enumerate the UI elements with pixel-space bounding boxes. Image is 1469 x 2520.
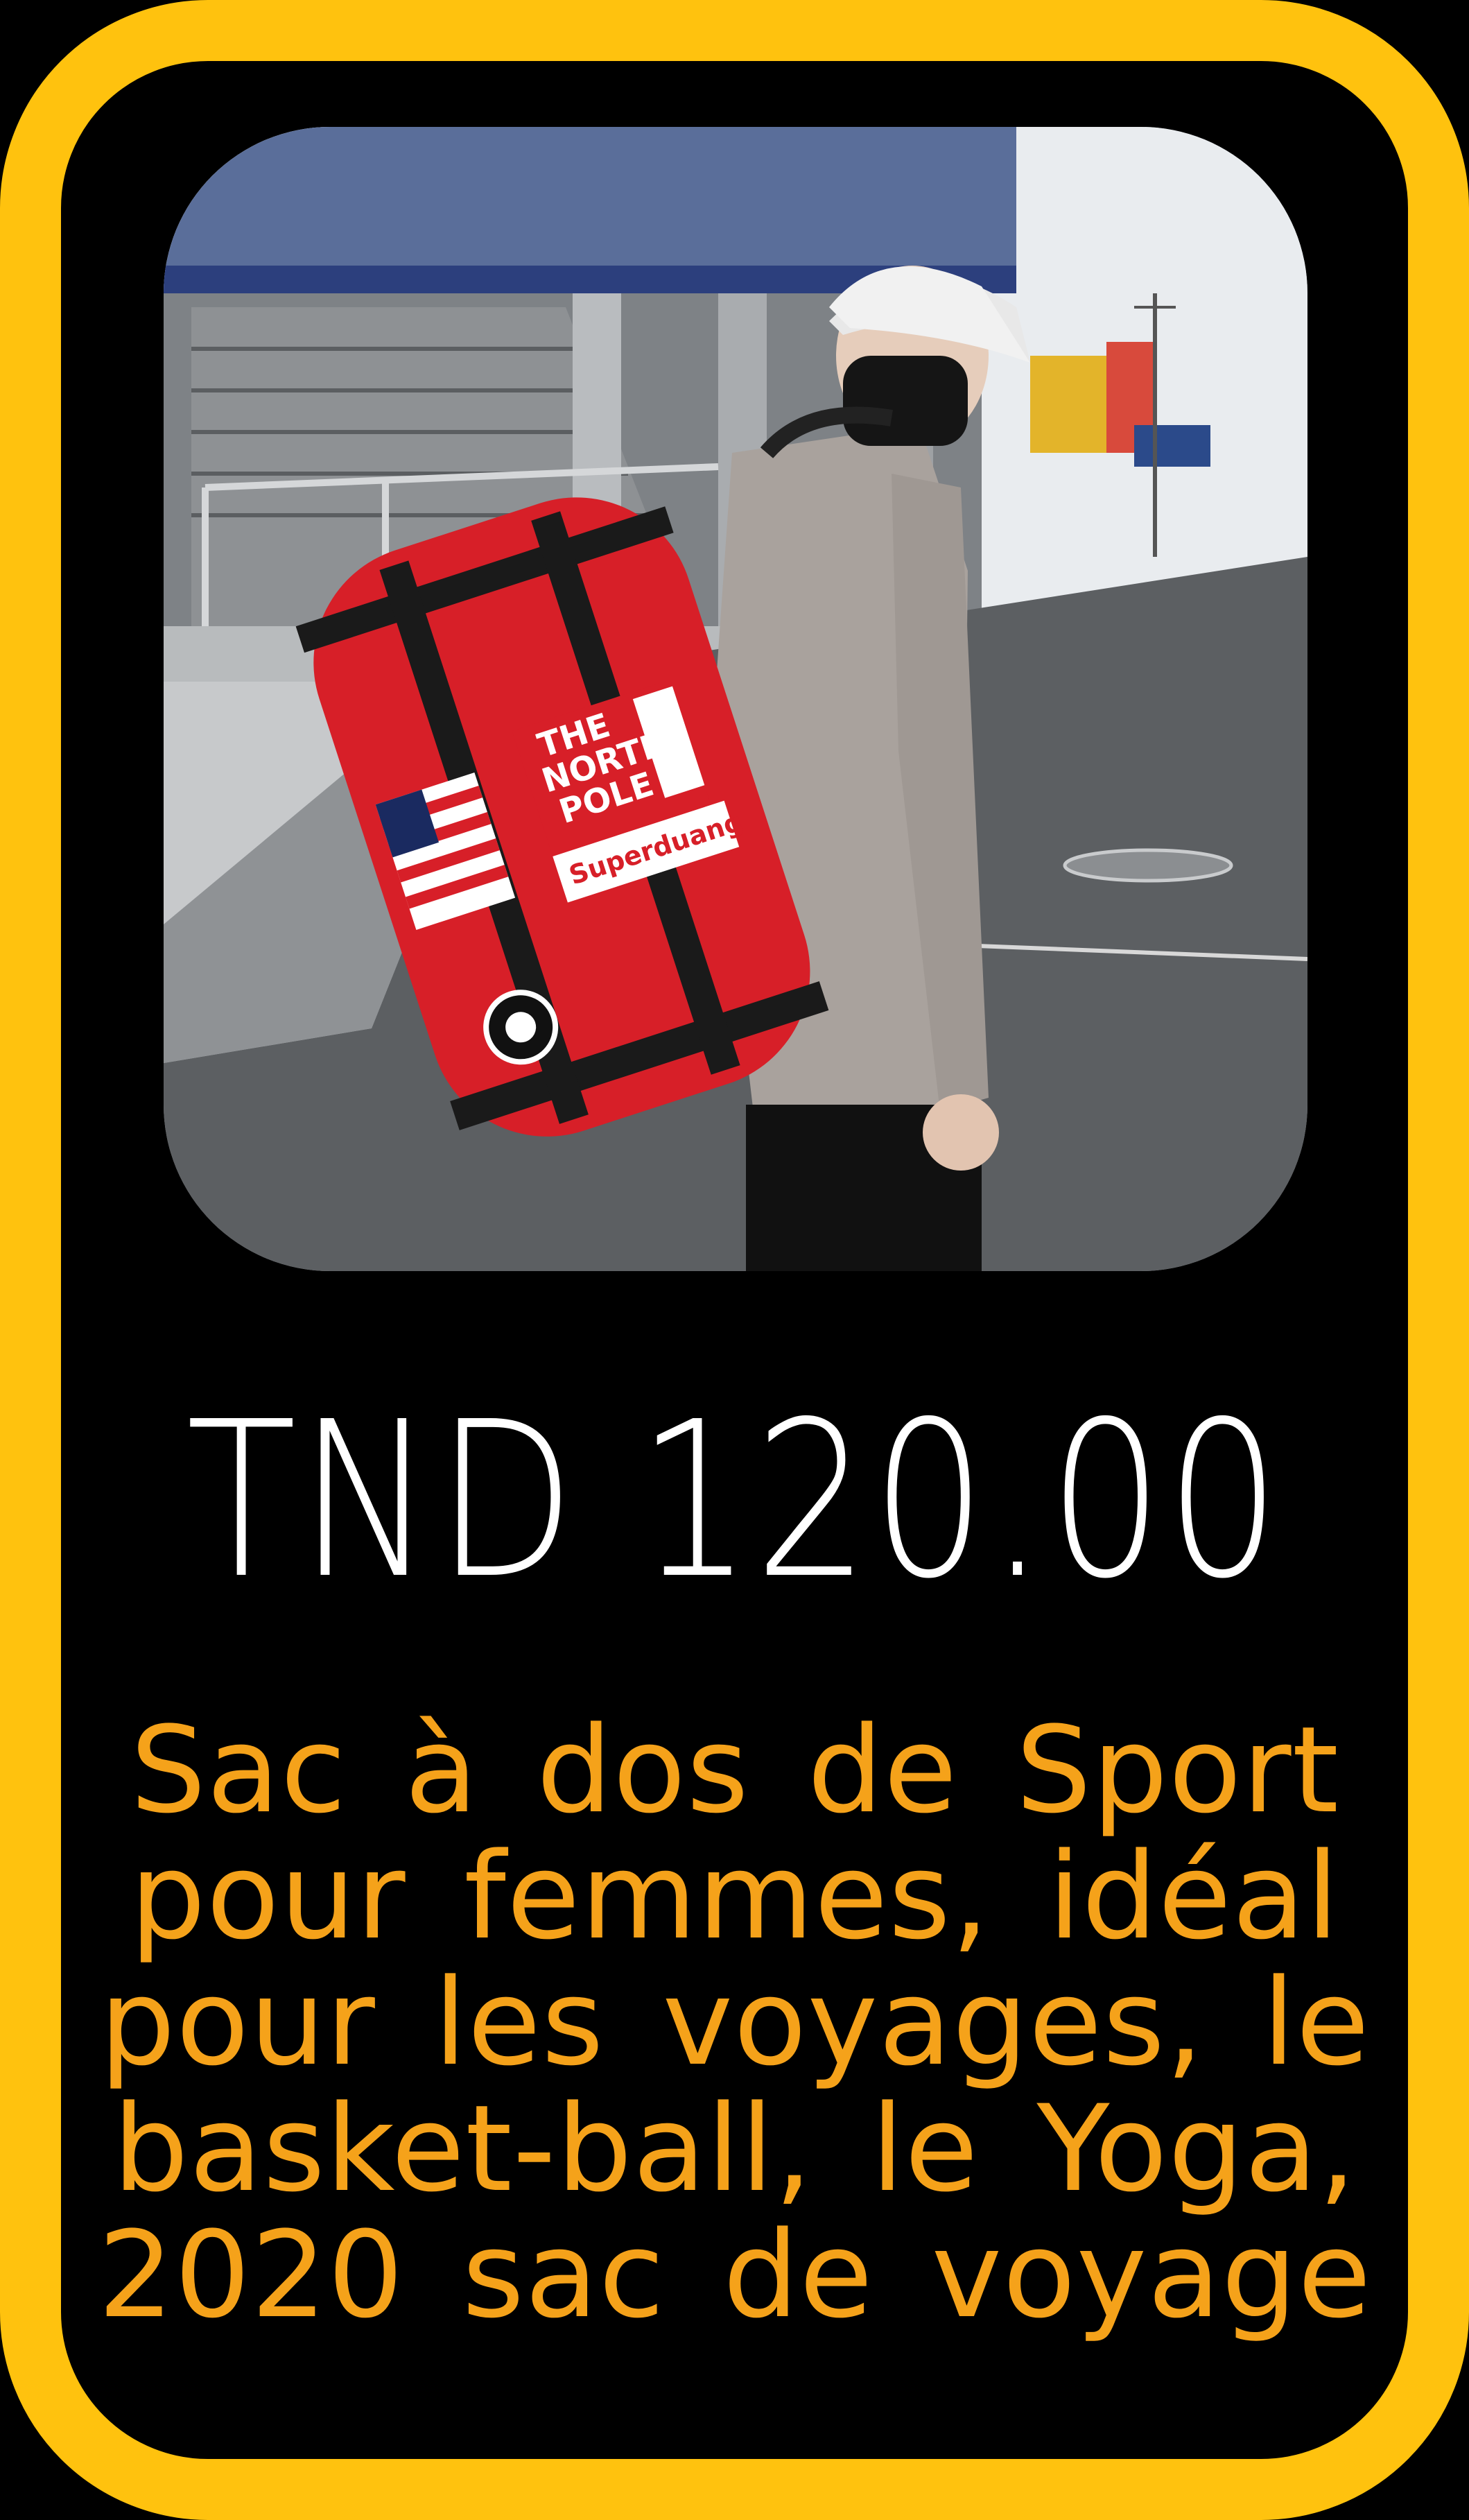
- description-line: Sac à dos de Sport: [130, 1700, 1339, 1840]
- description-line: pour les voyages, le: [99, 1953, 1371, 2092]
- description-line: basket-ball, le Yoga,: [112, 2079, 1357, 2218]
- product-photo[interactable]: THE NORTH POLE Superduang: [164, 127, 1307, 1271]
- product-price: TND 120.00: [186, 1376, 1283, 1626]
- description-line: pour femmes, idéal: [130, 1827, 1340, 1966]
- product-photo-icon: THE NORTH POLE Superduang: [164, 127, 1307, 1271]
- product-description: Sac à dos de Sport pour femmes, idéal po…: [97, 1707, 1373, 2338]
- description-line: 2020 sac de voyage: [98, 2205, 1372, 2345]
